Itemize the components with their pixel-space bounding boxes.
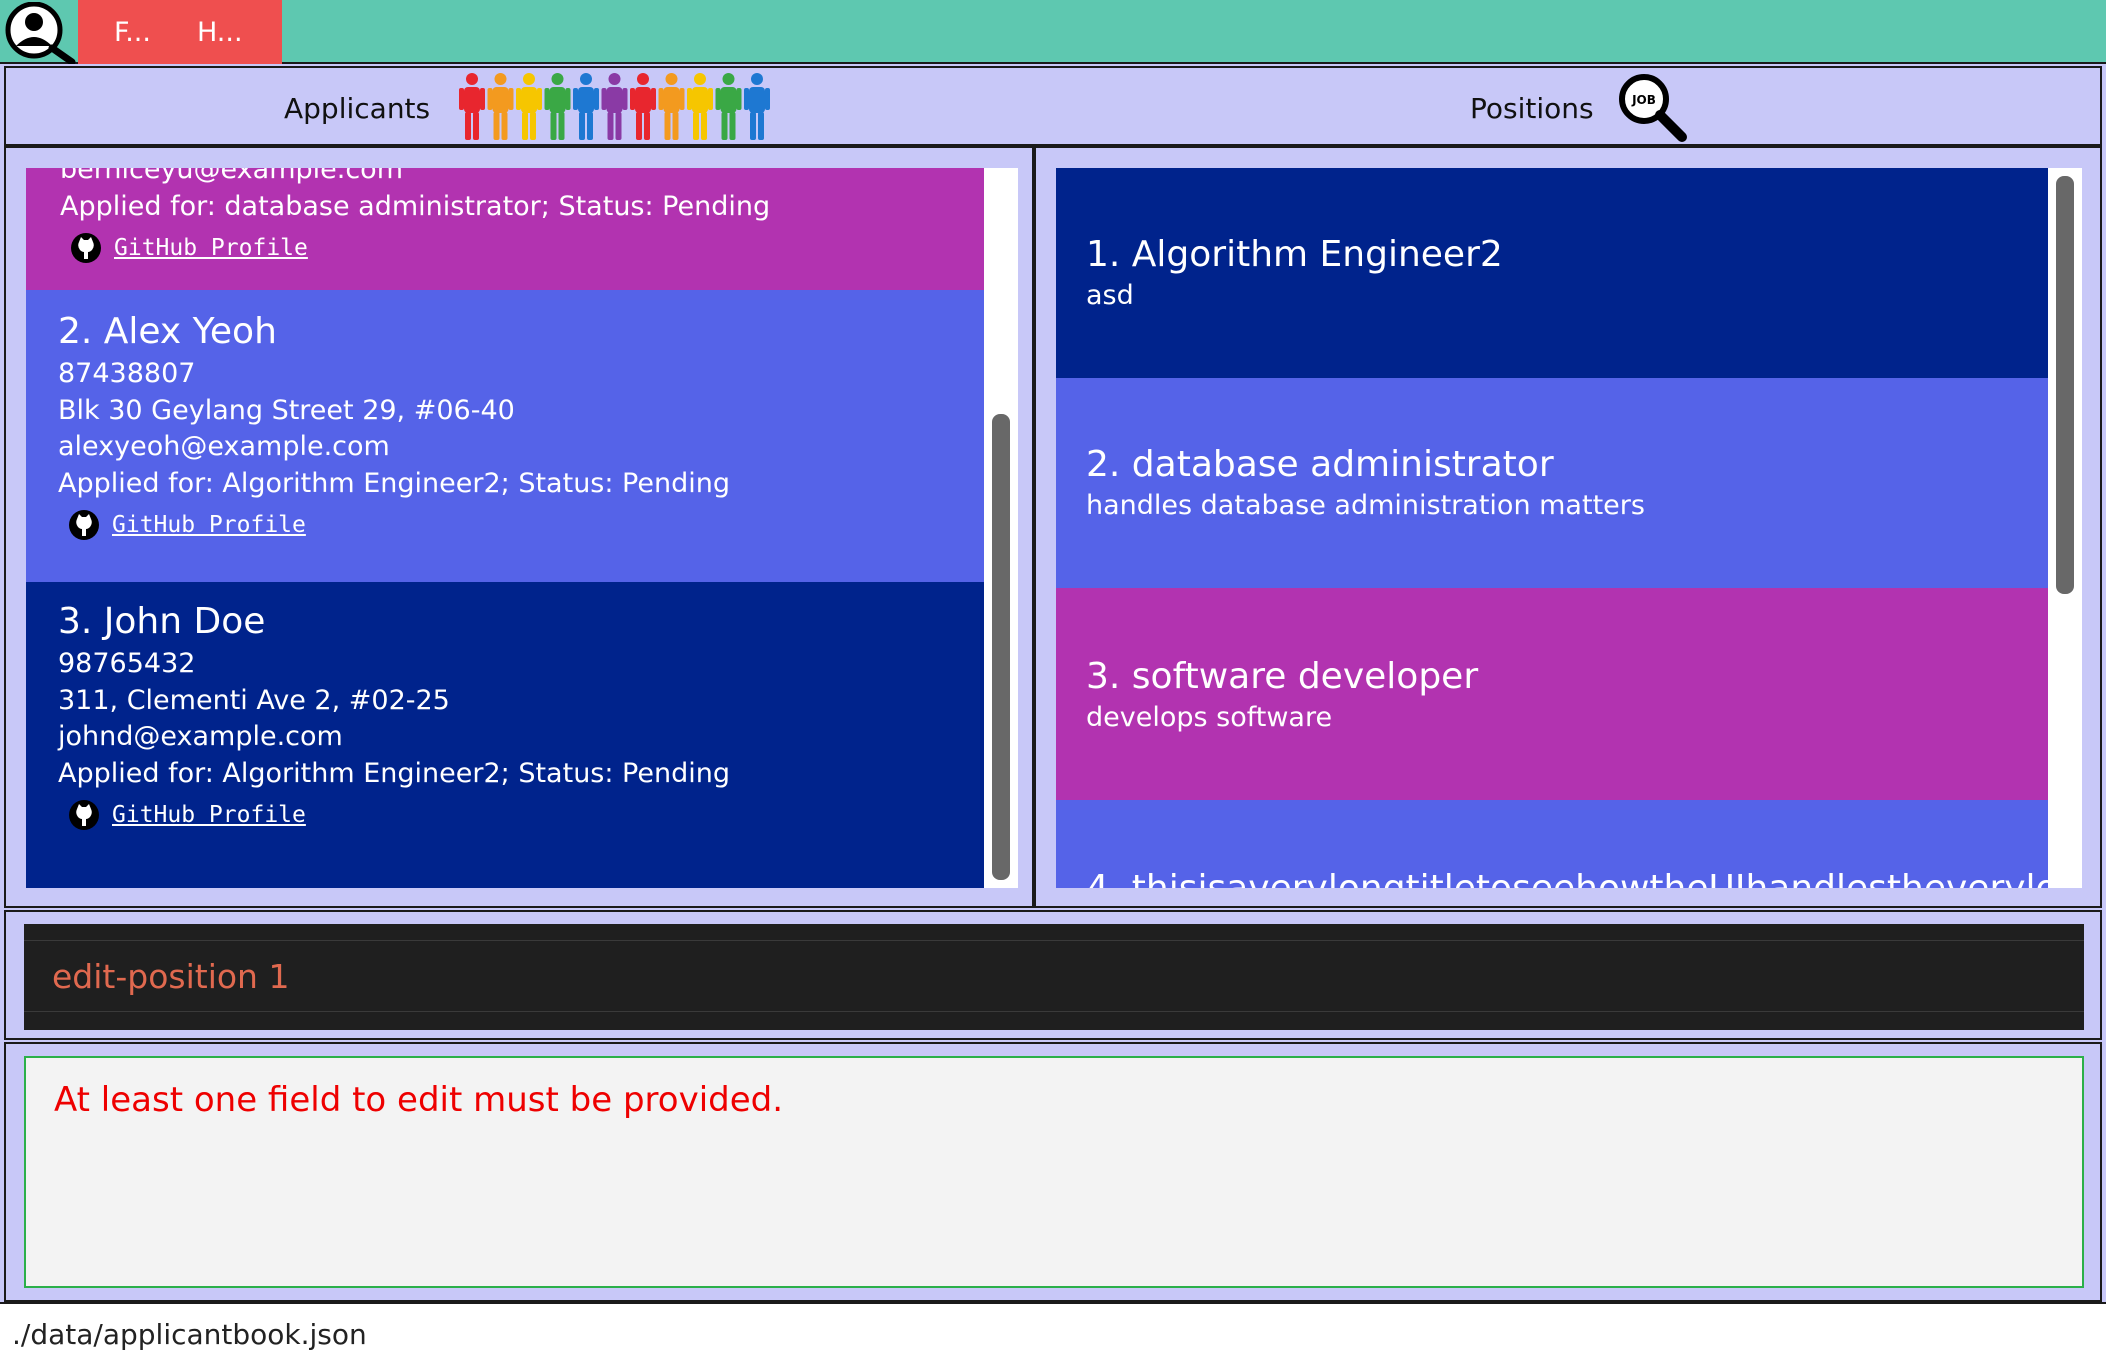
applicant-email: berniceyu@example.com: [60, 168, 403, 185]
github-icon: [69, 800, 99, 830]
position-description: handles database administration matters: [1086, 490, 1645, 521]
person-figure: [601, 73, 628, 140]
result-display: At least one field to edit must be provi…: [24, 1056, 2084, 1288]
positions-heading: Positions: [1470, 92, 1594, 125]
person-figure: [744, 73, 770, 140]
position-scroll-thumb[interactable]: [2056, 176, 2074, 594]
position-panel: 1. Algorithm Engineer2 asd 2. database a…: [1034, 146, 2102, 908]
person-figure: [459, 73, 485, 140]
command-text: edit-position 1: [52, 956, 290, 996]
position-description: asd: [1086, 280, 1134, 311]
list-headers: Applicants Positions JOB: [4, 66, 2102, 146]
position-card[interactable]: 2. database administrator handles databa…: [1056, 378, 2048, 588]
github-row: GitHub Profile: [58, 792, 984, 838]
person-figure: [658, 73, 685, 140]
applicant-address: Blk 30 Geylang Street 29, #06-40: [58, 394, 515, 426]
person-figure: [544, 73, 571, 140]
save-location: ./data/applicantbook.json: [12, 1318, 367, 1351]
command-input[interactable]: edit-position 1: [24, 940, 2084, 1012]
result-area: At least one field to edit must be provi…: [4, 1042, 2102, 1302]
person-figure: [715, 73, 742, 140]
person-figure: [573, 73, 599, 140]
command-area: edit-position 1: [4, 910, 2102, 1040]
menu-help[interactable]: H...: [151, 17, 243, 48]
position-card[interactable]: 3. software developer develops software: [1056, 588, 2048, 800]
github-profile-link[interactable]: GitHub Profile: [112, 512, 306, 538]
person-figure: [487, 73, 514, 140]
position-title: 2. database administrator: [1086, 444, 1554, 485]
applicant-phone: 98765432: [58, 648, 196, 679]
position-title: 1. Algorithm Engineer2: [1086, 234, 1503, 275]
position-list[interactable]: 1. Algorithm Engineer2 asd 2. database a…: [1056, 168, 2082, 888]
applicant-applied: Applied for: Algorithm Engineer2; Status…: [58, 467, 730, 499]
position-card[interactable]: 1. Algorithm Engineer2 asd: [1056, 168, 2048, 378]
github-profile-link[interactable]: GitHub Profile: [112, 802, 306, 828]
applicant-card[interactable]: 3. John Doe 98765432 311, Clementi Ave 2…: [26, 582, 984, 888]
github-row: GitHub Profile: [58, 502, 984, 548]
applicant-panel: berniceyu@example.com Applied for: datab…: [4, 146, 1034, 908]
person-figure: [687, 73, 713, 140]
applicants-heading: Applicants: [284, 92, 431, 125]
applicant-scroll-thumb[interactable]: [992, 414, 1010, 880]
position-title: 3. software developer: [1086, 656, 1479, 697]
applicant-name: 2. Alex Yeoh: [58, 311, 277, 352]
top-bar: F... H...: [0, 0, 2106, 64]
job-search-icon: JOB: [1619, 74, 1687, 142]
menu-file[interactable]: F...: [78, 17, 151, 48]
applicant-applied: Applied for: database administrator; Sta…: [60, 190, 771, 222]
position-scrollbar[interactable]: [2048, 168, 2082, 888]
position-card[interactable]: 4. thisisaverylongtitletoseehowtheUIhand…: [1056, 800, 2048, 888]
command-box[interactable]: edit-position 1: [24, 924, 2084, 1030]
person-figure: [630, 73, 656, 140]
applicant-applied: Applied for: Algorithm Engineer2; Status…: [58, 757, 730, 789]
position-description: develops software: [1086, 702, 1333, 733]
rainbow-people-icon: [459, 73, 770, 140]
applicant-list[interactable]: berniceyu@example.com Applied for: datab…: [26, 168, 1018, 888]
job-icon-text: JOB: [1631, 93, 1656, 107]
applicant-card[interactable]: berniceyu@example.com Applied for: datab…: [26, 168, 984, 290]
menu-bar: F... H...: [78, 0, 282, 64]
applicant-email: alexyeoh@example.com: [58, 431, 390, 462]
applicant-card[interactable]: 2. Alex Yeoh 87438807 Blk 30 Geylang Str…: [26, 290, 984, 582]
applicant-name: 3. John Doe: [58, 601, 266, 642]
person-search-icon: [5, 2, 76, 64]
github-icon: [71, 233, 101, 263]
applicant-address: 311, Clementi Ave 2, #02-25: [58, 684, 450, 716]
applicant-phone: 87438807: [58, 358, 196, 389]
applicant-email: johnd@example.com: [58, 721, 343, 752]
github-profile-link[interactable]: GitHub Profile: [114, 235, 308, 261]
applicant-scrollbar[interactable]: [984, 168, 1018, 888]
position-title: 4. thisisaverylongtitletoseehowtheUIhand…: [1086, 866, 2048, 888]
result-message: At least one field to edit must be provi…: [54, 1080, 784, 1120]
person-figure: [516, 73, 542, 140]
github-icon: [69, 510, 99, 540]
status-bar: ./data/applicantbook.json: [0, 1302, 2106, 1364]
github-row: GitHub Profile: [60, 225, 984, 271]
